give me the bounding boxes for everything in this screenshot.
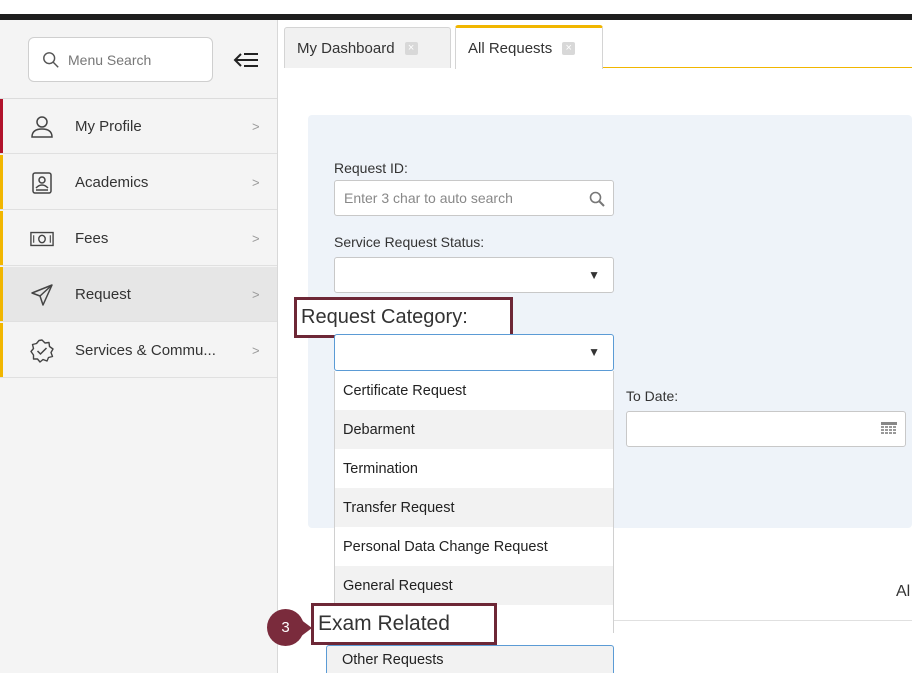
- tab-all-requests[interactable]: All Requests ×: [455, 25, 603, 69]
- step-number-badge: 3: [267, 609, 304, 646]
- request-id-placeholder: Enter 3 char to auto search: [344, 190, 513, 206]
- menu-search-placeholder: Menu Search: [68, 51, 152, 68]
- request-category-select[interactable]: ▼: [334, 334, 614, 371]
- sidebar-item-label: Academics: [75, 173, 149, 191]
- chevron-right-icon: >: [252, 174, 260, 190]
- tab-my-dashboard[interactable]: My Dashboard ×: [284, 27, 451, 68]
- tab-label: My Dashboard: [297, 39, 395, 57]
- tab-underline: [603, 67, 912, 68]
- to-date-input[interactable]: [626, 411, 906, 447]
- sidebar: Menu Search My Profile > Academics > Fee…: [0, 20, 278, 673]
- item-indicator: [0, 211, 3, 265]
- sidebar-item-fees[interactable]: Fees >: [0, 211, 277, 266]
- exam-related-label: Exam Related: [318, 612, 450, 635]
- search-icon: [589, 191, 605, 207]
- top-spacer: [0, 0, 912, 14]
- item-indicator: [0, 155, 3, 209]
- option-general-request[interactable]: General Request: [335, 566, 613, 605]
- dropdown-arrow-icon: ▼: [588, 268, 600, 282]
- chevron-right-icon: >: [252, 118, 260, 134]
- money-icon: [30, 231, 54, 247]
- menu-search-input[interactable]: Menu Search: [28, 37, 213, 82]
- sidebar-item-label: My Profile: [75, 117, 142, 135]
- service-request-status-select[interactable]: ▼: [334, 257, 614, 293]
- request-id-input[interactable]: Enter 3 char to auto search: [334, 180, 614, 216]
- close-tab-icon[interactable]: ×: [404, 41, 418, 55]
- services-badge-icon: [30, 339, 54, 363]
- to-date-label: To Date:: [626, 388, 679, 404]
- chevron-right-icon: >: [252, 286, 260, 302]
- tab-strip: My Dashboard × All Requests ×: [279, 20, 912, 69]
- option-other-requests[interactable]: Other Requests: [326, 645, 614, 673]
- request-category-options: Certificate Request Debarment Terminatio…: [334, 371, 614, 633]
- sidebar-item-label: Fees: [75, 229, 109, 247]
- paper-plane-icon: [31, 284, 53, 306]
- sidebar-item-label: Request: [75, 285, 131, 303]
- service-request-status-label: Service Request Status:: [334, 234, 485, 250]
- sidebar-item-academics[interactable]: Academics >: [0, 155, 277, 210]
- dropdown-arrow-icon: ▼: [588, 345, 600, 359]
- item-indicator: [0, 267, 3, 321]
- sidebar-item-services[interactable]: Services & Commu... >: [0, 323, 277, 378]
- exam-related-callout: Exam Related: [311, 603, 497, 645]
- collapse-menu-icon: [233, 53, 258, 67]
- partial-heading: Al: [896, 583, 911, 600]
- option-certificate-request[interactable]: Certificate Request: [335, 371, 613, 410]
- sidebar-item-label: Services & Commu...: [75, 341, 216, 359]
- active-indicator: [0, 99, 3, 153]
- request-id-label: Request ID:: [334, 160, 408, 176]
- content-divider: [614, 620, 912, 621]
- id-card-icon: [32, 172, 52, 194]
- user-icon: [31, 116, 53, 138]
- search-icon: [43, 51, 59, 68]
- option-debarment[interactable]: Debarment: [335, 410, 613, 449]
- request-category-label: Request Category:: [301, 306, 468, 328]
- chevron-right-icon: >: [252, 342, 260, 358]
- chevron-right-icon: >: [252, 230, 260, 246]
- collapse-menu-button[interactable]: [230, 48, 262, 72]
- close-tab-icon[interactable]: ×: [562, 42, 576, 55]
- calendar-icon: [881, 422, 897, 434]
- request-category-callout: Request Category:: [294, 297, 513, 338]
- tab-label: All Requests: [468, 40, 553, 57]
- option-transfer-request[interactable]: Transfer Request: [335, 488, 613, 527]
- sidebar-item-request[interactable]: Request >: [0, 267, 277, 322]
- option-personal-data-change-request[interactable]: Personal Data Change Request: [335, 527, 613, 566]
- option-termination[interactable]: Termination: [335, 449, 613, 488]
- item-indicator: [0, 323, 3, 377]
- sidebar-item-my-profile[interactable]: My Profile >: [0, 99, 277, 154]
